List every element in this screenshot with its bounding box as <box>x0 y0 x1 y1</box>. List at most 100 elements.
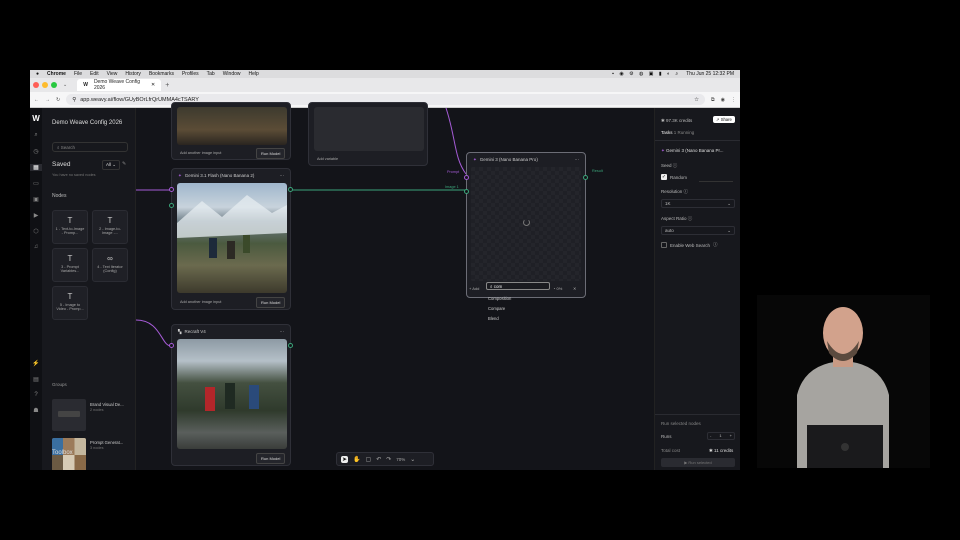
extensions-icon[interactable]: ⧉ <box>711 97 715 103</box>
node-search-input[interactable]: ⌕ com <box>486 282 550 290</box>
apple-icon[interactable]: ● <box>36 71 39 77</box>
search-input[interactable]: ⌕ Search <box>52 142 128 152</box>
output-port[interactable] <box>288 187 293 192</box>
docs-icon[interactable]: ▤ <box>30 376 42 383</box>
new-tab-icon[interactable]: + <box>165 82 169 89</box>
web-search-toggle[interactable]: Enable Web Search ⓘ <box>661 242 717 248</box>
random-seed-toggle[interactable]: ✓ Random <box>661 174 687 180</box>
input-port[interactable] <box>169 203 174 208</box>
menu-help[interactable]: Help <box>249 71 259 77</box>
video-icon[interactable]: ▶ <box>30 212 42 219</box>
audio-icon[interactable]: ♫ <box>30 244 42 250</box>
node-card-4[interactable]: ∞ 4 - Text Iterator (Config) <box>92 248 128 282</box>
resolution-select[interactable]: 1K ⌄ <box>661 199 735 208</box>
kebab-menu-icon[interactable]: ⋮ <box>731 97 736 103</box>
cancel-icon[interactable]: ✕ <box>573 286 576 291</box>
menu-edit[interactable]: Edit <box>90 71 99 77</box>
node-card-5[interactable]: T 5 - Image to Video - Promp... <box>52 286 88 320</box>
browser-tab[interactable]: W Demo Weave Config 2026 ✕ <box>77 79 162 91</box>
run-model-button[interactable]: Run Model <box>256 148 286 159</box>
aspect-select[interactable]: auto ⌄ <box>661 226 735 235</box>
menu-history[interactable]: History <box>125 71 141 77</box>
select-tool-icon[interactable]: ➤ <box>341 455 349 463</box>
reload-icon[interactable]: ↻ <box>56 97 60 103</box>
run-model-button[interactable]: Run Model <box>256 297 286 308</box>
group-name-2[interactable]: Prompt Generat... <box>90 440 123 445</box>
node-recraft[interactable]: ▚ Recraft V4 ⋯ Run Model <box>169 324 293 466</box>
image-input-port[interactable] <box>464 189 469 194</box>
node-card-3[interactable]: T 3 - Prompt Variables... <box>52 248 88 282</box>
tab-list-icon[interactable]: ⌄ <box>63 82 67 88</box>
random-checkbox[interactable]: ✓ <box>661 174 667 180</box>
node-menu-icon[interactable]: ⋯ <box>280 329 285 335</box>
site-info-icon[interactable]: ⚲ <box>72 97 76 103</box>
profile-icon[interactable]: ◉ <box>721 97 725 103</box>
result-compare[interactable]: Compare <box>488 304 511 314</box>
app-menu[interactable]: Chrome <box>47 71 66 77</box>
node-card-1[interactable]: T 1 - Text-to-Image - Promp... <box>52 210 88 244</box>
increment-icon[interactable]: + <box>730 433 732 439</box>
menu-tab[interactable]: Tab <box>207 71 215 77</box>
menu-view[interactable]: View <box>107 71 118 77</box>
add-image-input-link[interactable]: Add another image input <box>180 151 221 155</box>
3d-icon[interactable]: ⬡ <box>30 228 42 235</box>
node-menu-icon[interactable]: ⋯ <box>280 173 285 179</box>
node-gemini-3[interactable]: ✦ Gemini 3 (Nano Banana Pro) ⋯ Prompt Imag… <box>445 152 603 298</box>
toolbox-icon[interactable]: ▭ <box>30 180 42 187</box>
close-tab-icon[interactable]: ✕ <box>151 82 155 88</box>
group-thumb-1[interactable] <box>52 399 86 431</box>
plugin-icon[interactable]: ⚡ <box>30 360 42 367</box>
input-port[interactable] <box>169 343 174 348</box>
forward-icon[interactable]: → <box>45 97 50 103</box>
edit-icon[interactable]: ✎ <box>122 161 126 167</box>
node-card-2[interactable]: T 2 - Image-to-Image -... <box>92 210 128 244</box>
weavy-logo-icon[interactable]: W <box>30 114 42 123</box>
share-button[interactable]: ↗ Share <box>713 116 735 123</box>
result-blend[interactable]: Blend <box>488 314 511 324</box>
prompt-input-port[interactable] <box>464 175 469 180</box>
add-input-button[interactable]: + Add <box>469 286 479 291</box>
back-icon[interactable]: ← <box>34 97 39 103</box>
undo-icon[interactable]: ↶ <box>376 456 381 463</box>
redo-icon[interactable]: ↷ <box>386 456 391 463</box>
flow-canvas[interactable]: Add another image input Run Model Add va… <box>136 102 654 470</box>
minimize-window-icon[interactable] <box>42 82 48 88</box>
discord-icon[interactable]: ☗ <box>30 407 42 414</box>
web-search-checkbox[interactable] <box>661 242 667 248</box>
history-icon[interactable]: ◷ <box>30 148 42 155</box>
node-menu-icon[interactable]: ⋯ <box>575 157 580 163</box>
menu-bookmarks[interactable]: Bookmarks <box>149 71 174 77</box>
decrement-icon[interactable]: - <box>710 433 711 439</box>
help-icon[interactable]: ? <box>30 392 42 398</box>
add-variable-link[interactable]: Add variable <box>317 157 338 161</box>
result-output-port[interactable] <box>583 175 588 180</box>
output-port[interactable] <box>288 343 293 348</box>
run-selected-button[interactable]: ▶ Run selected <box>661 458 735 467</box>
input-port[interactable] <box>169 187 174 192</box>
comment-tool-icon[interactable]: ▢ <box>366 456 372 463</box>
saved-filter-select[interactable]: All ⌄ <box>102 160 121 170</box>
close-window-icon[interactable] <box>33 82 39 88</box>
menu-file[interactable]: File <box>74 71 82 77</box>
toolbox-heading[interactable]: Toolbox <box>52 450 73 456</box>
zoom-dropdown-icon[interactable]: ⌄ <box>410 456 415 463</box>
node-gemini-flash[interactable]: ✦ Gemini 3.1 Flash (Nano Banana 2) ⋯ Add a… <box>169 168 293 310</box>
project-title[interactable]: Demo Weave Config 2026 <box>52 120 122 126</box>
result-composition[interactable]: Composition <box>488 294 511 304</box>
node-variables[interactable]: Add variable <box>308 102 428 166</box>
add-image-input-link[interactable]: Add another image input <box>180 300 221 304</box>
zoom-level[interactable]: 70% <box>396 457 405 462</box>
run-model-button[interactable]: Run Model <box>256 453 286 464</box>
menu-profiles[interactable]: Profiles <box>182 71 199 77</box>
menu-window[interactable]: Window <box>223 71 241 77</box>
tasks-indicator[interactable]: Tasks 1 Running <box>661 130 694 135</box>
group-name-1[interactable]: Brand Visual De... <box>90 402 124 407</box>
node-image-top[interactable]: Add another image input Run Model <box>171 102 291 160</box>
seed-input[interactable] <box>699 174 733 182</box>
runs-stepper[interactable]: - 1 + <box>707 432 735 440</box>
nodes-icon[interactable]: ▦ <box>30 164 42 171</box>
zoom-window-icon[interactable] <box>51 82 57 88</box>
hand-tool-icon[interactable]: ✋ <box>353 456 360 463</box>
bookmark-star-icon[interactable]: ☆ <box>694 97 699 103</box>
image-icon[interactable]: ▣ <box>30 196 42 203</box>
